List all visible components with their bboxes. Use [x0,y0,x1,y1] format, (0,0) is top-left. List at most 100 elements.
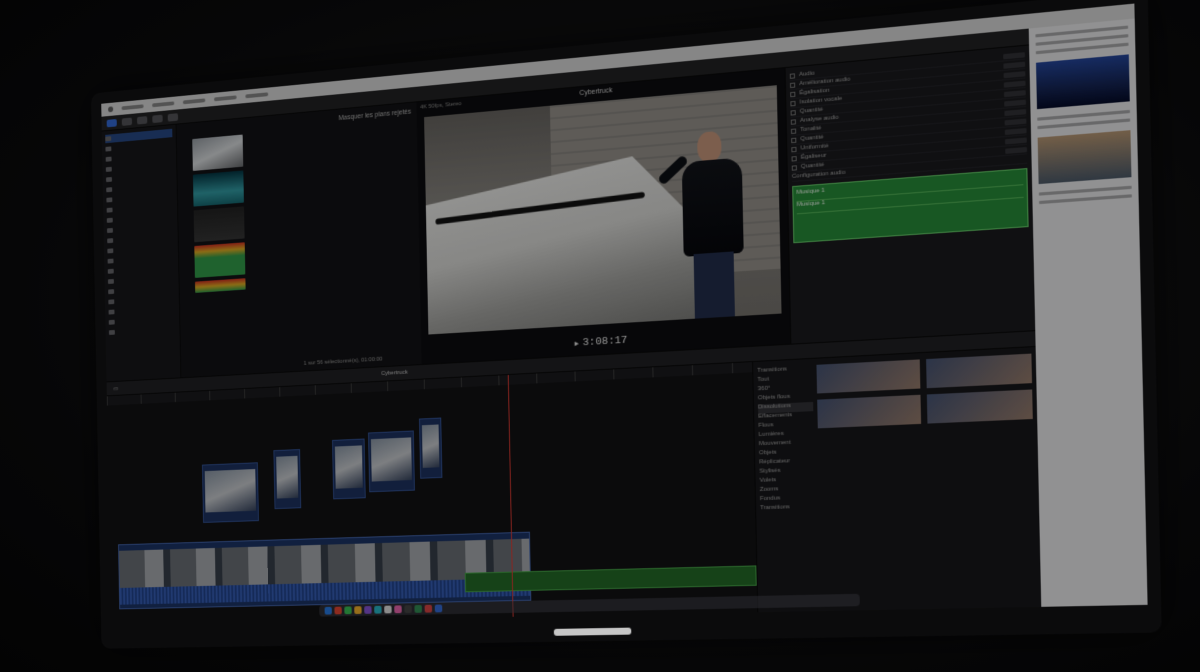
primary-storyline[interactable] [118,531,532,610]
value-field[interactable] [1004,127,1027,135]
transition-thumbnail[interactable] [926,389,1033,424]
checkbox[interactable] [789,81,796,88]
app-icon[interactable] [364,605,372,614]
value-field[interactable] [1003,51,1025,59]
clip-thumbnail[interactable] [194,242,246,278]
app-icon[interactable] [424,604,433,613]
event-icon [106,187,113,193]
value-field[interactable] [1004,136,1027,144]
library-icon[interactable] [106,118,117,127]
app-icon[interactable] [434,604,443,613]
audio-roles-panel[interactable]: Musique 1 Musique 1 [792,168,1029,244]
value-field[interactable] [1003,61,1026,69]
checkbox[interactable] [790,91,796,97]
event-icon [107,248,114,254]
titles-icon[interactable] [136,115,148,125]
app-icon[interactable] [404,605,412,614]
transition-thumbnail[interactable] [816,359,920,394]
event-icon [105,156,112,162]
checkbox[interactable] [790,118,796,125]
connected-clip[interactable] [368,430,415,493]
connected-clip[interactable] [201,462,259,523]
event-icon [107,238,114,244]
menu-item[interactable] [213,95,237,102]
clip-thumbnail[interactable] [192,134,244,171]
apple-icon[interactable] [108,106,114,113]
app-icon[interactable] [374,605,382,614]
keyword-icon[interactable] [167,112,179,122]
music-clip[interactable] [124,617,482,625]
value-field[interactable] [1003,89,1026,97]
checkbox[interactable] [791,137,797,143]
checkbox[interactable] [790,127,797,134]
timecode-value: 3:08:17 [582,334,628,350]
value-field[interactable] [1005,146,1028,154]
value-field[interactable] [1003,70,1026,78]
checkbox[interactable] [791,155,797,162]
app-icon[interactable] [334,606,342,615]
connected-clip[interactable] [273,449,302,510]
transition-thumbnail[interactable] [817,394,921,429]
news-image[interactable] [1037,130,1132,185]
value-field[interactable] [1003,80,1026,88]
menu-item[interactable] [121,104,144,111]
news-image[interactable] [1035,54,1130,110]
category-item[interactable]: Transitions [760,503,815,514]
format-info: 4K 50fps, Stereo [420,101,462,111]
menu-item[interactable] [245,92,269,99]
value-field[interactable] [1004,99,1026,107]
app-icon[interactable] [354,606,362,615]
audio-inspector: Audio Amélioration audio Égalisation Iso… [784,45,1036,344]
web-browser-window [1028,18,1148,607]
checkbox[interactable] [790,100,796,106]
clip-frame [421,424,440,468]
clip-browser: Masquer les plans rejetés 1 sur 56 sélec… [176,102,422,378]
clip-frame [370,437,412,482]
checkbox[interactable] [789,72,796,79]
presenter-jeans [693,251,735,319]
connected-clip[interactable] [332,438,366,500]
text-line [1037,118,1131,130]
photos-icon[interactable] [121,117,133,126]
clip-frame [276,455,299,499]
library-sidebar [101,124,182,382]
section-label: Configuration audio [791,169,846,180]
timeline[interactable] [106,362,758,625]
play-icon[interactable]: ▶ [575,340,579,348]
value-field[interactable] [1004,108,1027,116]
event-icon [108,319,115,325]
inspector-label: Audio [798,70,815,79]
library-icon [105,136,112,142]
app-icon[interactable] [414,604,422,613]
app-icon[interactable] [344,606,352,615]
checkbox[interactable] [790,109,796,116]
connected-clip[interactable] [419,417,443,479]
inspector-label: Quantité [799,106,824,115]
clip-thumbnail[interactable] [193,206,245,243]
app-icon[interactable] [394,605,402,614]
video-frame[interactable] [424,85,782,335]
viewer-clip-name: Cybertruck [579,86,613,97]
inspector-label: Quantité [800,162,825,171]
viewer: 4K 50fps, Stereo Cybertruck ▶ 3:08:17 [416,68,791,365]
checkbox[interactable] [791,164,797,171]
presenter-jacket [681,157,744,257]
menu-item[interactable] [182,98,206,105]
checkbox[interactable] [791,146,797,152]
event-icon [106,217,113,223]
import-icon[interactable] [152,114,163,123]
arrow-tool-icon[interactable]: ▭ [113,385,118,392]
event-icon [108,299,115,305]
transition-thumbnail[interactable] [925,353,1033,389]
clip-thumbnail[interactable] [192,170,244,207]
sidebar-item[interactable] [108,324,176,337]
app-icon[interactable] [384,605,392,614]
menu-item[interactable] [152,101,175,108]
inspector-label: Quantité [800,134,824,143]
clip-thumbnail[interactable] [194,278,246,293]
project-name[interactable]: Cybertruck [381,370,408,377]
event-icon [106,227,113,234]
finder-icon[interactable] [324,606,332,615]
value-field[interactable] [1004,117,1027,126]
transition-categories: Transitions Tout 360° Objets flous Disso… [757,365,815,514]
